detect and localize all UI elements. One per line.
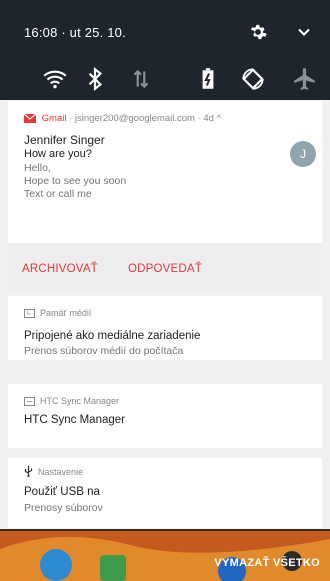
chevron-down-icon[interactable] <box>294 22 314 42</box>
clear-all-button[interactable]: VYMAZAŤ VŠETKO <box>214 557 320 569</box>
avatar: J <box>290 141 316 167</box>
datetime-label: 16:08 · ut 25. 10. <box>24 25 126 40</box>
media-title: Pripojené ako mediálne zariadenie <box>24 330 201 342</box>
email-body-line: Text or call me <box>24 188 92 200</box>
auto-rotate-icon[interactable] <box>240 66 266 92</box>
bluetooth-icon[interactable] <box>82 66 108 92</box>
media-storage-notification[interactable]: Pamäť médií Pripojené ako mediálne zaria… <box>8 296 322 360</box>
gmail-app-name: Gmail <box>41 113 67 124</box>
gmail-notification[interactable]: Gmail · jsinger200@googlemail.com · 4d ^… <box>8 101 322 243</box>
battery-saver-icon[interactable] <box>195 66 221 92</box>
gmail-account: · jsinger200@googlemail.com · 4d ^ <box>66 113 222 124</box>
gmail-meta: Gmail · jsinger200@googlemail.com · 4d ^ <box>24 113 221 124</box>
status-row: 16:08 · ut 25. 10. <box>0 0 330 58</box>
media-storage-icon <box>24 309 35 318</box>
usb-subtitle: Prenosy súborov <box>24 502 103 514</box>
htc-sync-notification[interactable]: HTC Sync Manager HTC Sync Manager <box>8 384 322 448</box>
mobile-data-icon[interactable] <box>128 66 154 92</box>
gmail-icon <box>24 114 36 123</box>
sync-meta-label: HTC Sync Manager <box>40 396 120 406</box>
gmail-actions: ARCHIVOVAŤ ODPOVEDAŤ <box>8 243 322 291</box>
usb-meta-label: Nastavenie <box>38 467 84 477</box>
usb-meta: Nastavenie <box>24 466 83 477</box>
media-subtitle: Prenos súborov médií do počítača <box>24 345 184 357</box>
email-subject: How are you? <box>24 148 92 160</box>
archive-button[interactable]: ARCHIVOVAŤ <box>22 263 98 275</box>
sender-name: Jennifer Singer <box>24 133 105 147</box>
media-meta: Pamäť médií <box>24 308 91 318</box>
wallpaper-background <box>0 531 330 581</box>
usb-notification[interactable]: Nastavenie Použiť USB na Prenosy súborov <box>8 458 322 528</box>
sync-title: HTC Sync Manager <box>24 414 125 426</box>
airplane-mode-icon[interactable] <box>292 66 318 92</box>
sync-meta: HTC Sync Manager <box>24 396 119 406</box>
quick-settings-row <box>0 62 330 96</box>
wallpaper-strip: VYMAZAŤ VŠETKO <box>0 529 330 581</box>
notification-header: 16:08 · ut 25. 10. <box>0 0 330 100</box>
wifi-icon[interactable] <box>42 66 68 92</box>
gear-icon[interactable] <box>248 22 268 42</box>
email-body-line: Hello, <box>24 162 51 174</box>
email-body-line: Hope to see you soon <box>24 175 127 187</box>
usb-icon <box>24 466 33 477</box>
media-meta-label: Pamäť médií <box>40 308 92 318</box>
usb-title: Použiť USB na <box>24 486 100 498</box>
sync-manager-icon <box>24 397 35 406</box>
reply-button[interactable]: ODPOVEDAŤ <box>128 263 202 275</box>
